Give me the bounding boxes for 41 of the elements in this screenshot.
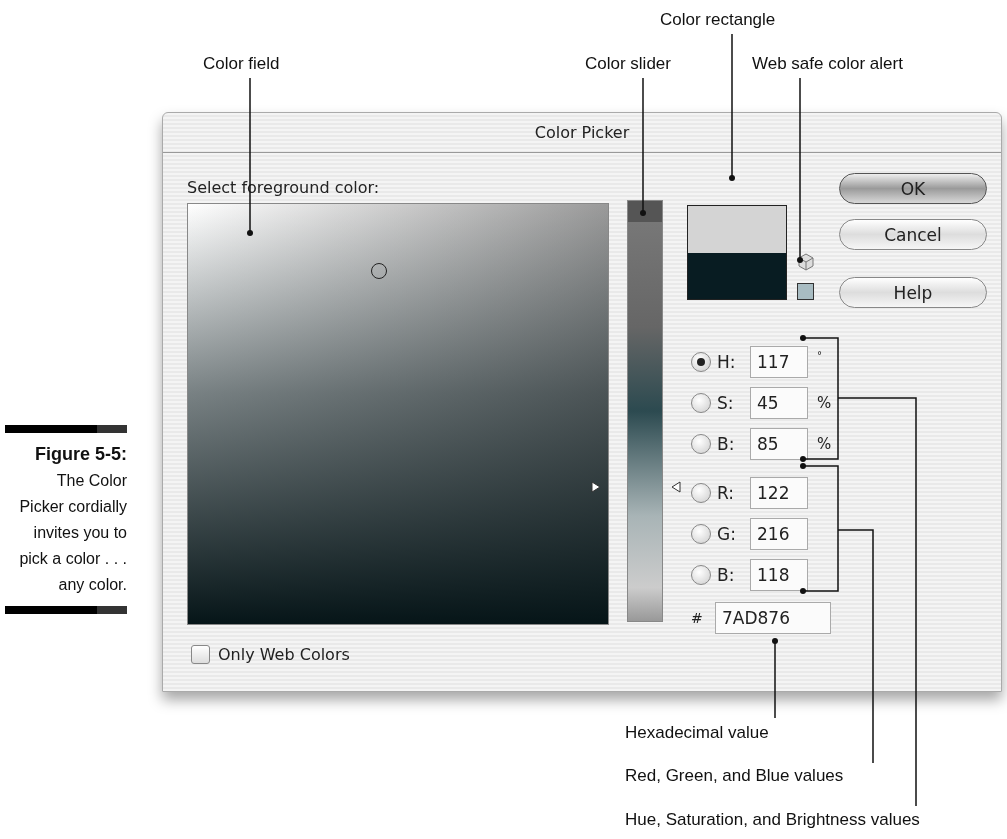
- field-label: B:: [717, 565, 736, 585]
- callout-label: Red, Green, and Blue values: [625, 765, 844, 787]
- callout-label: Color slider: [585, 53, 671, 75]
- value-field[interactable]: 117: [750, 346, 808, 378]
- hex-field[interactable]: 7AD876: [715, 602, 831, 634]
- window-title: Color Picker: [534, 123, 630, 142]
- value-field[interactable]: 85: [750, 428, 808, 460]
- value-field[interactable]: 216: [750, 518, 808, 550]
- callout-label: Color rectangle: [660, 9, 776, 31]
- callout-label: Web safe color alert: [752, 53, 903, 75]
- unit-label: %: [817, 394, 832, 412]
- dialog-button[interactable]: Help: [839, 277, 987, 308]
- field-label: B:: [717, 434, 736, 454]
- callout-label: Hexadecimal value: [625, 722, 769, 744]
- dialog-button[interactable]: Cancel: [839, 219, 987, 250]
- figure-caption: Figure 5-5: The Color Picker cordially invites you to pick a color . . . any color.: [18, 443, 127, 595]
- checkbox-label[interactable]: Only Web Colors: [218, 645, 350, 664]
- radio-button[interactable]: [691, 352, 711, 372]
- hex-label: #: [691, 610, 704, 626]
- checkbox[interactable]: [191, 645, 210, 664]
- color-field[interactable]: [187, 203, 609, 625]
- dialog-button[interactable]: OK: [839, 173, 987, 204]
- field-label: H:: [717, 352, 737, 372]
- field-label: S:: [717, 393, 735, 413]
- radio-button[interactable]: [691, 565, 711, 585]
- radio-button[interactable]: [691, 434, 711, 454]
- callout-label: Color field: [203, 53, 280, 75]
- radio-button[interactable]: [691, 524, 711, 544]
- radio-button[interactable]: [691, 483, 711, 503]
- value-field[interactable]: 118: [750, 559, 808, 591]
- callout-label: Hue, Saturation, and Brightness values: [625, 809, 920, 831]
- unit-label: °: [817, 350, 822, 361]
- field-label: R:: [717, 483, 736, 503]
- value-field[interactable]: 45: [750, 387, 808, 419]
- web-color-swatch[interactable]: [797, 283, 814, 300]
- unit-label: %: [817, 435, 832, 453]
- field-label: G:: [717, 524, 737, 544]
- radio-button[interactable]: [691, 393, 711, 413]
- color-slider[interactable]: [591, 200, 681, 622]
- slider-handle[interactable]: [591, 480, 681, 493]
- value-field[interactable]: 122: [750, 477, 808, 509]
